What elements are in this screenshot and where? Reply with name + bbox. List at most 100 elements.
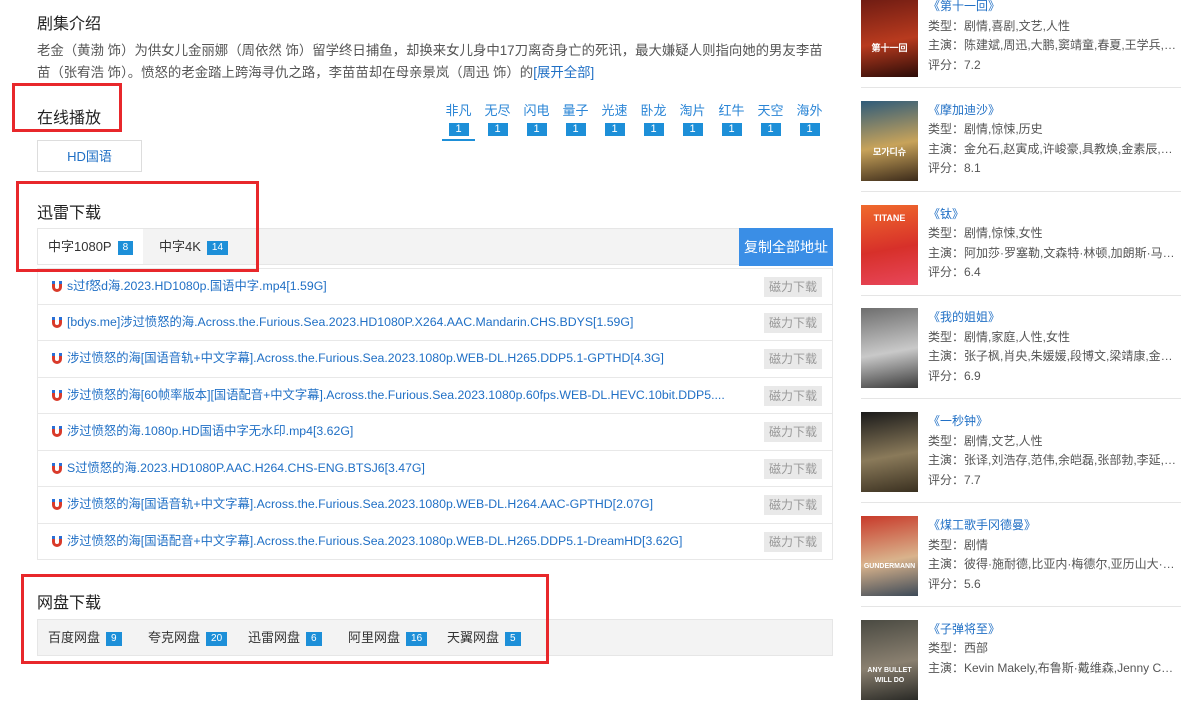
related-info: 《煤工歌手冈德曼》 类型：剧情 主演：彼得·施耐德,比亚内·梅德尔,亚历山大·谢尔评…	[928, 516, 1178, 594]
download-link[interactable]: 涉过愤怒的海[国语音轨+中文字幕].Across.the.Furious.Sea…	[67, 487, 747, 522]
related-score: 评分：5.6	[928, 576, 981, 591]
poster-image[interactable]: GUNDERMANN	[861, 516, 918, 596]
magnet-icon	[51, 462, 63, 475]
download-link[interactable]: 涉过愤怒的海[60帧率版本][国语配音+中文字幕].Across.the.Fur…	[67, 378, 747, 413]
magnet-icon	[51, 316, 63, 329]
magnet-icon	[51, 535, 63, 548]
magnet-download-button[interactable]: 磁力下载	[764, 458, 822, 479]
download-row: s过f怒d海.2023.HD1080p.国语中字.mp4[1.59G] 磁力下载	[37, 268, 833, 305]
copy-all-links-button[interactable]: 复制全部地址	[739, 228, 833, 266]
poster-image[interactable]	[861, 412, 918, 493]
related-score: 评分：7.7	[928, 472, 981, 487]
poster-image[interactable]: 第十一回	[861, 0, 918, 77]
sidebar-divider	[861, 606, 1181, 607]
related-info: 《摩加迪沙》 类型：剧情,惊悚,历史 主演：金允石,赵寅成,许峻豪,具教焕,金素辰,…	[928, 101, 1178, 179]
poster-title: GUNDERMANN	[863, 563, 916, 570]
play-source-2[interactable]: 闪电 1	[520, 103, 553, 141]
magnet-download-button[interactable]: 磁力下载	[764, 495, 822, 515]
related-cast: 主演：阿加莎·罗塞勒,文森特·林顿,加朗斯·马里...	[928, 245, 1178, 260]
highlight-box-online	[12, 83, 122, 132]
magnet-download-button[interactable]: 磁力下载	[764, 531, 822, 552]
related-title[interactable]: 《一秒钟》	[928, 412, 1178, 432]
play-source-count: 1	[682, 123, 703, 136]
play-source-4[interactable]: 光速 1	[598, 103, 631, 141]
play-source-count: 1	[448, 123, 469, 136]
download-link[interactable]: 涉过愤怒的海[国语配音+中文字幕].Across.the.Furious.Sea…	[67, 524, 747, 559]
sidebar-divider	[861, 190, 1181, 192]
download-row: [bdys.me]涉过愤怒的海.Across.the.Furious.Sea.2…	[37, 304, 833, 341]
expand-all-link[interactable]: [展开全部]	[533, 65, 594, 80]
related-item: 모가디슈 《摩加迪沙》 类型：剧情,惊悚,历史 主演：金允石,赵寅成,许峻豪,具教焕,…	[861, 100, 1181, 187]
related-info: 《第十一回》 类型：剧情,喜剧,文艺,人性 主演：陈建斌,周迅,大鹏,窦靖童,春夏,…	[928, 0, 1178, 75]
magnet-download-button[interactable]: 磁力下载	[764, 422, 822, 442]
play-source-7[interactable]: 红牛 1	[715, 103, 748, 141]
related-cast: 主演：张子枫,肖央,朱媛媛,段博文,梁靖康,金遥...	[928, 349, 1178, 364]
related-score: 评分：6.9	[928, 368, 981, 383]
magnet-download-button[interactable]: 磁力下载	[764, 312, 822, 333]
related-title[interactable]: 《煤工歌手冈德曼》	[928, 516, 1178, 536]
play-source-name: 非凡	[445, 103, 472, 118]
related-type: 类型：剧情,喜剧,文艺,人性	[928, 18, 1071, 33]
poster-title: ANY BULLET WILL DO	[867, 666, 912, 684]
poster-image[interactable]: 모가디슈	[861, 100, 918, 181]
related-score: 评分：8.1	[928, 161, 981, 176]
download-link[interactable]: s过f怒d海.2023.HD1080p.国语中字.mp4[1.59G]	[67, 269, 747, 304]
play-source-tabs: 非凡 1 无尽 1 闪电 1 量子 1 光速 1 卧龙 1 淘片 1 红牛 1 天空 1 海外 1	[442, 103, 826, 141]
magnet-icon	[51, 352, 63, 365]
highlight-box-netdisk	[21, 574, 549, 664]
play-source-count: 1	[487, 123, 508, 136]
related-item: ANY BULLET WILL DO 《子弹将至》 类型：西部 主演：Kevin Ma…	[861, 619, 1181, 706]
play-source-9[interactable]: 海外 1	[793, 103, 826, 141]
play-source-name: 闪电	[523, 103, 550, 118]
magnet-download-button[interactable]: 磁力下载	[764, 277, 822, 297]
poster-image[interactable]: ANY BULLET WILL DO	[861, 619, 918, 700]
related-type: 类型：剧情,惊悚,历史	[928, 122, 1043, 137]
intro-text: 老金（黄渤 饰）为供女儿金丽娜（周依然 饰）留学终日捕鱼，却换来女儿身中17刀离…	[37, 40, 833, 84]
related-cast: 主演：彼得·施耐德,比亚内·梅德尔,亚历山大·谢尔	[928, 557, 1178, 571]
magnet-download-button[interactable]: 磁力下载	[764, 349, 822, 369]
poster-image[interactable]	[861, 308, 918, 389]
download-link[interactable]: 涉过愤怒的海[国语音轨+中文字幕].Across.the.Furious.Sea…	[67, 341, 747, 376]
related-title[interactable]: 《我的姐姐》	[928, 308, 1178, 328]
play-source-count: 1	[760, 123, 781, 136]
episode-hd-mandarin-button[interactable]: HD国语	[37, 140, 142, 172]
related-title[interactable]: 《第十一回》	[928, 0, 1178, 17]
related-score: 评分：6.4	[928, 265, 981, 280]
play-source-count: 1	[799, 123, 820, 136]
play-source-6[interactable]: 淘片 1	[676, 103, 709, 141]
poster-image[interactable]: TITANE	[861, 204, 918, 285]
related-cast: 主演：Kevin Makely,布鲁斯·戴维森,Jenny Cur...	[928, 660, 1178, 675]
play-source-name: 光速	[601, 103, 628, 118]
play-source-8[interactable]: 天空 1	[754, 103, 787, 141]
related-type: 类型：剧情,家庭,人性,女性	[928, 329, 1071, 344]
magnet-icon	[51, 280, 63, 293]
play-source-name: 无尽	[484, 103, 511, 118]
download-list: s过f怒d海.2023.HD1080p.国语中字.mp4[1.59G] 磁力下载 […	[37, 268, 833, 560]
download-row: S过愤怒的海.2023.HD1080P.AAC.H264.CHS-ENG.BTS…	[37, 450, 833, 487]
play-source-name: 海外	[796, 103, 823, 118]
download-link[interactable]: 涉过愤怒的海.1080p.HD国语中字无水印.mp4[3.62G]	[67, 414, 747, 449]
magnet-download-button[interactable]: 磁力下载	[764, 385, 822, 406]
play-source-0[interactable]: 非凡 1	[442, 103, 475, 141]
magnet-icon	[51, 498, 63, 511]
sidebar-divider	[861, 87, 1181, 88]
related-title[interactable]: 《摩加迪沙》	[928, 101, 1178, 121]
download-row: 涉过愤怒的海[国语配音+中文字幕].Across.the.Furious.Sea…	[37, 523, 833, 560]
related-item: 第十一回 《第十一回》 类型：剧情,喜剧,文艺,人性 主演：陈建斌,周迅,大鹏,窦靖童…	[861, 0, 1181, 83]
play-source-5[interactable]: 卧龙 1	[637, 103, 670, 141]
play-source-3[interactable]: 量子 1	[559, 103, 592, 141]
play-source-count: 1	[526, 123, 547, 136]
download-link[interactable]: [bdys.me]涉过愤怒的海.Across.the.Furious.Sea.2…	[67, 305, 747, 340]
poster-title: 第十一回	[871, 43, 908, 53]
related-title[interactable]: 《钛》	[928, 205, 1178, 225]
play-source-1[interactable]: 无尽 1	[481, 103, 514, 141]
highlight-box-xunlei	[16, 181, 259, 272]
magnet-icon	[51, 425, 63, 438]
related-info: 《一秒钟》 类型：剧情,文艺,人性 主演：张译,刘浩存,范伟,余皑磊,张部勃,李延,…	[928, 412, 1178, 490]
download-link[interactable]: S过愤怒的海.2023.HD1080P.AAC.H264.CHS-ENG.BTS…	[67, 451, 747, 486]
related-item: 《我的姐姐》 类型：剧情,家庭,人性,女性主演：张子枫,肖央,朱媛媛,段博文,梁靖…	[861, 308, 1181, 394]
poster-title: 모가디슈	[872, 146, 907, 157]
download-row: 涉过愤怒的海.1080p.HD国语中字无水印.mp4[3.62G] 磁力下载	[37, 414, 833, 451]
related-title[interactable]: 《子弹将至》	[928, 620, 1178, 640]
intro-body: 老金（黄渤 饰）为供女儿金丽娜（周依然 饰）留学终日捕鱼，却换来女儿身中17刀离…	[37, 43, 823, 80]
